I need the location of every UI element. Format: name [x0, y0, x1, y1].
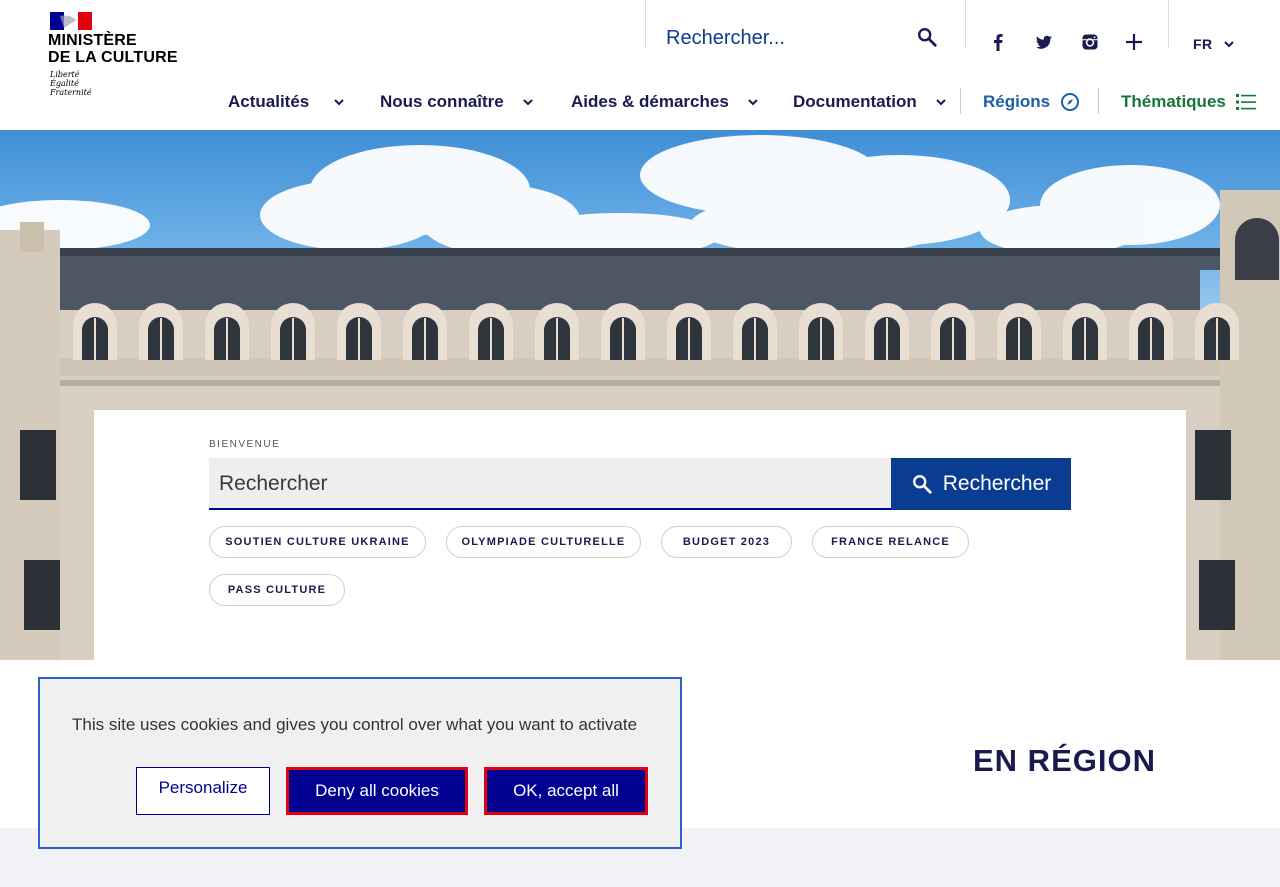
- facade-window: [1199, 560, 1235, 630]
- nav-item-label: Documentation: [793, 92, 917, 111]
- dormer-window: [667, 303, 711, 360]
- twitter-icon[interactable]: [1034, 32, 1054, 52]
- plus-icon[interactable]: [1124, 32, 1144, 52]
- site-header: MINISTÈRE DE LA CULTURE Liberté Égalité …: [0, 0, 1280, 130]
- chevron-down-icon: [334, 99, 344, 106]
- main-search-placeholder: Rechercher: [219, 472, 328, 495]
- instagram-icon[interactable]: [1080, 32, 1100, 52]
- accept-all-cookies-button[interactable]: OK, accept all: [484, 767, 648, 815]
- tag-chip[interactable]: FRANCE RELANCE: [812, 526, 969, 558]
- dormer-window: [865, 303, 909, 360]
- facade-window: [1195, 430, 1231, 500]
- nav-item-label: Aides & démarches: [571, 92, 729, 111]
- tag-chip[interactable]: BUDGET 2023: [661, 526, 792, 558]
- nav-item-aides-demarches[interactable]: Aides & démarches: [571, 90, 759, 114]
- cookie-message: This site uses cookies and gives you con…: [72, 715, 638, 734]
- dormer-window: [931, 303, 975, 360]
- dormer-window: [997, 303, 1041, 360]
- dormer-window: [337, 303, 381, 360]
- dormer-window: [535, 303, 579, 360]
- list-icon: [1235, 94, 1256, 110]
- welcome-kicker: BIENVENUE: [209, 439, 281, 450]
- facebook-icon[interactable]: [988, 32, 1008, 52]
- ministry-logo[interactable]: MINISTÈRE DE LA CULTURE Liberté Égalité …: [48, 12, 178, 104]
- dormer-window: [1129, 303, 1173, 360]
- dormer-window: [271, 303, 315, 360]
- chevron-down-icon: [936, 99, 946, 106]
- main-search-button[interactable]: Rechercher: [891, 458, 1071, 510]
- header-search-field[interactable]: Rechercher...: [645, 0, 966, 49]
- dormer-window: [139, 303, 183, 360]
- social-links: [966, 0, 1169, 60]
- language-selector[interactable]: FR: [1193, 36, 1213, 52]
- nav-item-thematiques[interactable]: Thématiques: [1121, 90, 1256, 114]
- chevron-down-icon[interactable]: [1223, 38, 1235, 50]
- logo-motto: Liberté Égalité Fraternité: [50, 70, 92, 97]
- dormer-window: [469, 303, 513, 360]
- nav-item-label: Nous connaître: [380, 92, 504, 111]
- nav-item-documentation[interactable]: Documentation: [793, 90, 947, 114]
- nav-divider: [960, 88, 961, 114]
- nav-item-regions[interactable]: Régions: [983, 90, 1080, 114]
- personalize-cookies-button[interactable]: Personalize: [136, 767, 270, 815]
- compass-icon: [1061, 93, 1080, 111]
- search-icon: [912, 475, 932, 494]
- dormer-window: [205, 303, 249, 360]
- deny-all-cookies-button[interactable]: Deny all cookies: [286, 767, 468, 815]
- language-divider: [1168, 0, 1169, 48]
- logo-line-1: MINISTÈRE: [48, 32, 137, 49]
- cookie-consent-banner: This site uses cookies and gives you con…: [38, 677, 682, 849]
- tag-chip[interactable]: SOUTIEN CULTURE UKRAINE: [209, 526, 426, 558]
- dormer-window: [601, 303, 645, 360]
- nav-item-label: Régions: [983, 92, 1051, 111]
- dormer-window: [73, 303, 117, 360]
- welcome-search-card: BIENVENUE Rechercher Rechercher SOUTIEN …: [94, 410, 1186, 660]
- main-search-input[interactable]: Rechercher: [209, 458, 891, 510]
- facade-window: [20, 430, 56, 500]
- marianne-flag-icon: [50, 12, 92, 30]
- dormer-window: [733, 303, 777, 360]
- nav-item-actualites[interactable]: Actualités: [228, 90, 345, 114]
- nav-divider: [1098, 88, 1099, 114]
- dormer-window: [1063, 303, 1107, 360]
- logo-line-2: DE LA CULTURE: [48, 49, 178, 66]
- nav-item-nous-connaitre[interactable]: Nous connaître: [380, 90, 534, 114]
- dormer-window: [1195, 303, 1239, 360]
- chevron-down-icon: [748, 99, 758, 106]
- nav-item-label: Thématiques: [1121, 92, 1226, 111]
- section-title-en-region: EN RÉGION: [973, 743, 1156, 778]
- tag-chip[interactable]: OLYMPIADE CULTURELLE: [446, 526, 641, 558]
- dormer-window: [403, 303, 447, 360]
- dormer-window: [799, 303, 843, 360]
- main-search-button-label: Rechercher: [942, 472, 1052, 495]
- chevron-down-icon: [523, 99, 533, 106]
- facade-window: [24, 560, 60, 630]
- header-search-placeholder: Rechercher...: [666, 27, 785, 49]
- nav-item-label: Actualités: [228, 92, 310, 111]
- search-icon[interactable]: [916, 26, 938, 48]
- tag-chip[interactable]: PASS CULTURE: [209, 574, 345, 606]
